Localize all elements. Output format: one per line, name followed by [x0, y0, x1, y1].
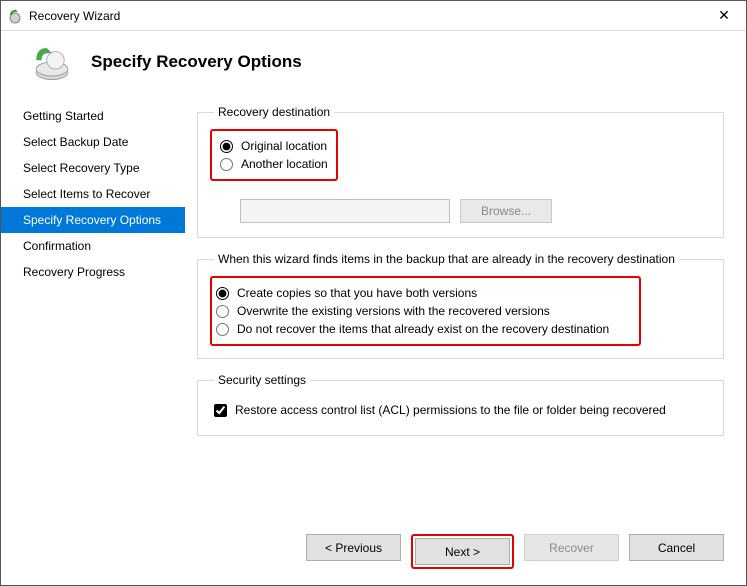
conflict-resolution-group: When this wizard finds items in the back…: [197, 252, 724, 359]
wizard-footer: < Previous Next > Recover Cancel: [1, 524, 746, 585]
checkbox-restore-acl-row[interactable]: Restore access control list (ACL) permis…: [214, 403, 707, 417]
cancel-button[interactable]: Cancel: [629, 534, 724, 561]
radio-original-location[interactable]: [220, 140, 233, 153]
next-button-highlight: Next >: [411, 534, 514, 569]
destination-options-highlight: Original location Another location: [210, 129, 338, 181]
radio-overwrite[interactable]: [216, 305, 229, 318]
step-select-items[interactable]: Select Items to Recover: [1, 181, 185, 207]
window-title: Recovery Wizard: [29, 9, 702, 23]
security-settings-legend: Security settings: [214, 373, 310, 387]
radio-overwrite-row[interactable]: Overwrite the existing versions with the…: [216, 304, 609, 318]
step-getting-started[interactable]: Getting Started: [1, 103, 185, 129]
radio-skip-existing-label: Do not recover the items that already ex…: [237, 322, 609, 336]
close-icon: ✕: [718, 7, 730, 24]
step-recovery-progress[interactable]: Recovery Progress: [1, 259, 185, 285]
wizard-steps-sidebar: Getting Started Select Backup Date Selec…: [1, 97, 185, 524]
recovery-wizard-window: Recovery Wizard ✕ Specify Recovery Optio…: [0, 0, 747, 586]
page-title: Specify Recovery Options: [91, 52, 302, 72]
security-settings-group: Security settings Restore access control…: [197, 373, 724, 436]
next-button[interactable]: Next >: [415, 538, 510, 565]
wizard-main-panel: Recovery destination Original location A…: [185, 97, 746, 524]
titlebar: Recovery Wizard ✕: [1, 1, 746, 31]
previous-button[interactable]: < Previous: [306, 534, 401, 561]
conflict-resolution-legend: When this wizard finds items in the back…: [214, 252, 679, 266]
radio-another-location[interactable]: [220, 158, 233, 171]
app-icon: [7, 8, 23, 24]
radio-another-location-label: Another location: [241, 157, 328, 171]
radio-original-location-label: Original location: [241, 139, 327, 153]
step-specify-recovery-options[interactable]: Specify Recovery Options: [1, 207, 185, 233]
radio-another-location-row[interactable]: Another location: [220, 157, 328, 171]
step-select-backup-date[interactable]: Select Backup Date: [1, 129, 185, 155]
radio-create-copies-row[interactable]: Create copies so that you have both vers…: [216, 286, 609, 300]
recovery-destination-legend: Recovery destination: [214, 105, 334, 119]
radio-skip-existing[interactable]: [216, 323, 229, 336]
destination-path-input: [240, 199, 450, 223]
conflict-options-highlight: Create copies so that you have both vers…: [210, 276, 641, 346]
radio-create-copies-label: Create copies so that you have both vers…: [237, 286, 477, 300]
wizard-icon: [31, 41, 73, 83]
radio-overwrite-label: Overwrite the existing versions with the…: [237, 304, 550, 318]
browse-button: Browse...: [460, 199, 552, 223]
step-select-recovery-type[interactable]: Select Recovery Type: [1, 155, 185, 181]
radio-create-copies[interactable]: [216, 287, 229, 300]
step-confirmation[interactable]: Confirmation: [1, 233, 185, 259]
wizard-header: Specify Recovery Options: [1, 31, 746, 97]
radio-skip-existing-row[interactable]: Do not recover the items that already ex…: [216, 322, 609, 336]
recover-button: Recover: [524, 534, 619, 561]
recovery-destination-group: Recovery destination Original location A…: [197, 105, 724, 238]
radio-original-location-row[interactable]: Original location: [220, 139, 328, 153]
checkbox-restore-acl[interactable]: [214, 404, 227, 417]
checkbox-restore-acl-label: Restore access control list (ACL) permis…: [235, 403, 666, 417]
close-button[interactable]: ✕: [702, 1, 746, 31]
